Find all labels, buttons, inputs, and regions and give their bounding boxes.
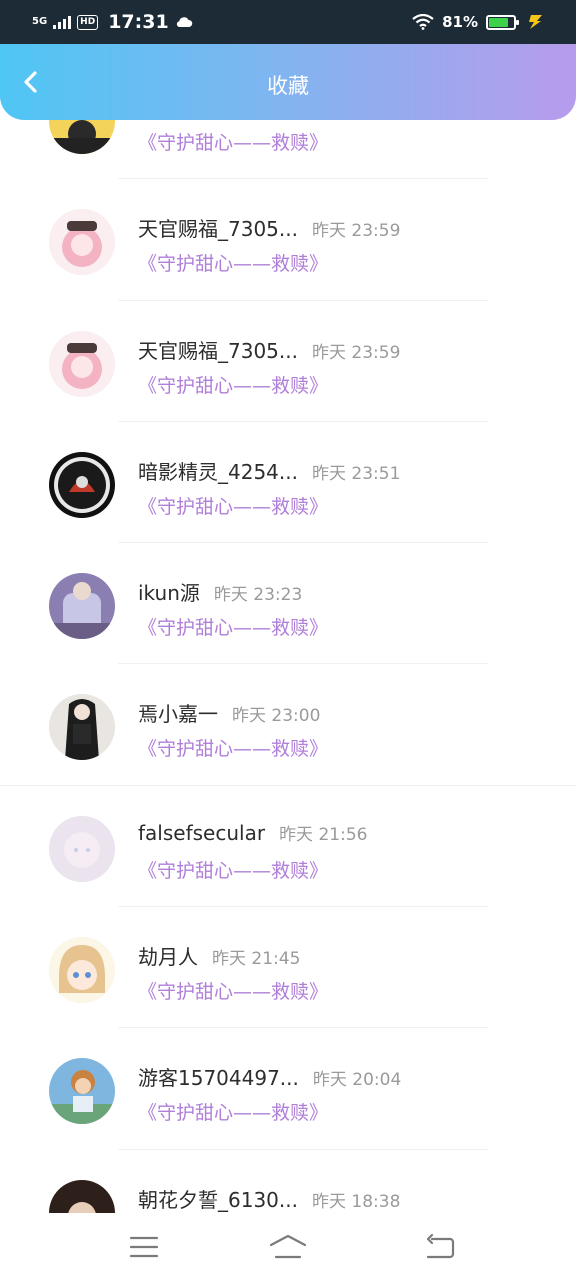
battery-percent: 81% — [442, 13, 478, 31]
wifi-icon — [412, 14, 434, 30]
avatar — [49, 694, 115, 761]
menu-icon — [129, 1236, 159, 1258]
user-name: falsefsecular — [138, 820, 266, 845]
return-button[interactable] — [420, 1233, 460, 1261]
list-item[interactable]: 天官赐福_7305... 昨天 23:59 《守护甜心——救赎》 — [0, 301, 576, 422]
user-name: ikun源 — [138, 581, 200, 606]
list-item[interactable]: 天官赐福_7305... 昨天 23:59 《守护甜心——救赎》 — [0, 179, 576, 301]
avatar — [49, 1058, 115, 1125]
list-item[interactable]: falsefsecular 昨天 21:56 《守护甜心——救赎》 — [0, 786, 576, 908]
status-bar: 5G HD 17:31 81% — [0, 0, 576, 44]
avatar — [49, 209, 115, 276]
list-item[interactable]: 暗影精灵_4254... 昨天 23:51 《守护甜心——救赎》 — [0, 422, 576, 544]
list-item[interactable]: 劫月人 昨天 21:45 《守护甜心——救赎》 — [0, 907, 576, 1029]
favorites-list[interactable]: 《守护甜心——救赎》 天官赐福_7305... 昨天 23:59 《守护甜心——… — [0, 120, 576, 1213]
work-title[interactable]: 《守护甜心——救赎》 — [138, 128, 328, 155]
status-time: 17:31 — [108, 11, 169, 33]
work-title[interactable]: 《守护甜心——救赎》 — [138, 371, 328, 398]
return-icon — [426, 1233, 455, 1259]
user-name: 天官赐福_7305... — [138, 217, 298, 242]
user-name: 朝花夕誓_6130... — [138, 1187, 298, 1212]
timestamp: 昨天 23:59 — [311, 342, 401, 363]
work-title[interactable]: 《守护甜心——救赎》 — [138, 977, 328, 1004]
list-item[interactable]: 焉小嘉一 昨天 23:00 《守护甜心——救赎》 — [0, 664, 576, 786]
avatar — [49, 573, 115, 640]
title-bar: 收藏 — [0, 44, 576, 120]
cloud-icon — [176, 17, 192, 27]
timestamp: 昨天 23:59 — [311, 221, 401, 242]
signal-icon — [53, 15, 72, 29]
work-title[interactable]: 《守护甜心——救赎》 — [138, 1098, 328, 1125]
network-type: 5G — [32, 16, 48, 27]
list-item[interactable]: 游客15704497... 昨天 20:04 《守护甜心——救赎》 — [0, 1028, 576, 1150]
avatar — [49, 120, 115, 154]
menu-button[interactable] — [124, 1233, 164, 1261]
avatar — [49, 815, 115, 882]
battery-icon — [486, 14, 519, 30]
user-name: 焉小嘉一 — [138, 702, 218, 727]
timestamp: 昨天 18:38 — [311, 1191, 401, 1212]
hd-badge: HD — [77, 14, 99, 30]
work-title[interactable]: 《守护甜心——救赎》 — [138, 613, 328, 640]
work-title[interactable]: 《守护甜心——救赎》 — [138, 249, 328, 276]
user-name: 天官赐福_7305... — [138, 338, 298, 363]
charging-icon — [529, 15, 542, 29]
user-name: 暗影精灵_4254... — [138, 459, 298, 484]
user-name: 游客15704497... — [138, 1066, 299, 1091]
home-button[interactable] — [268, 1233, 308, 1261]
navigation-bar — [0, 1213, 576, 1280]
avatar — [49, 451, 115, 518]
timestamp: 昨天 21:45 — [212, 949, 301, 970]
list-item[interactable]: ikun源 昨天 23:23 《守护甜心——救赎》 — [0, 543, 576, 665]
avatar — [49, 1179, 115, 1213]
timestamp: 昨天 23:51 — [311, 463, 401, 484]
timestamp: 昨天 23:00 — [232, 706, 321, 727]
timestamp: 昨天 20:04 — [312, 1070, 402, 1091]
home-icon — [269, 1234, 307, 1259]
work-title[interactable]: 《守护甜心——救赎》 — [138, 492, 328, 519]
timestamp: 昨天 23:23 — [213, 585, 303, 606]
app-header: 5G HD 17:31 81% 收藏 — [0, 0, 576, 120]
work-title[interactable]: 《守护甜心——救赎》 — [138, 856, 328, 883]
avatar — [49, 937, 115, 1004]
list-item[interactable]: 朝花夕誓_6130... 昨天 18:38 — [0, 1150, 576, 1213]
timestamp: 昨天 21:56 — [279, 824, 368, 845]
user-name: 劫月人 — [138, 945, 198, 970]
work-title[interactable]: 《守护甜心——救赎》 — [138, 734, 328, 761]
avatar — [49, 330, 115, 397]
page-title: 收藏 — [267, 74, 309, 98]
list-item[interactable]: 《守护甜心——救赎》 — [0, 120, 576, 180]
